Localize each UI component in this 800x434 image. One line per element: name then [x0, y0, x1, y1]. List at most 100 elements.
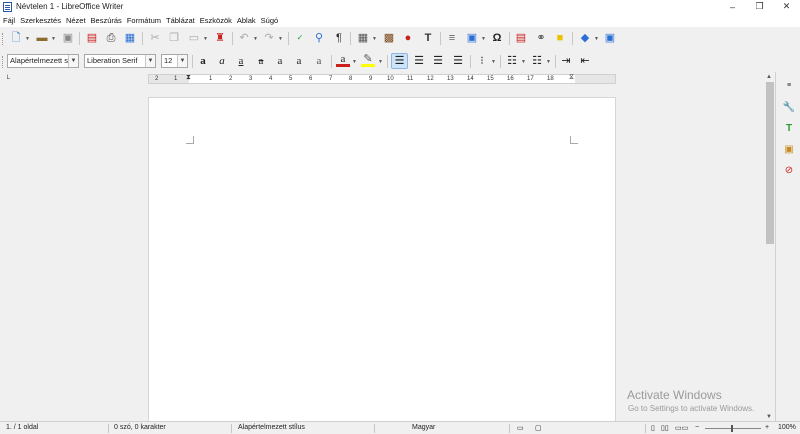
italic-icon[interactable]: a — [215, 54, 229, 68]
vertical-scrollbar[interactable]: ▲ ▼ — [765, 72, 775, 421]
indent-marker-icon[interactable]: ⧗ — [186, 74, 191, 82]
chevron-down-icon[interactable]: ▼ — [372, 36, 377, 42]
font-color-icon[interactable]: a — [336, 53, 350, 67]
minimize-button[interactable]: – — [719, 0, 746, 13]
page-count[interactable]: 1. / 1 oldal — [6, 424, 38, 431]
chevron-down-icon[interactable]: ▼ — [51, 36, 56, 42]
shadow-icon[interactable]: a — [312, 54, 326, 68]
increase-indent-icon[interactable]: ⇥ — [559, 54, 573, 68]
menu-view[interactable]: Nézet — [66, 16, 86, 25]
chevron-down-icon[interactable]: ▼ — [481, 36, 486, 42]
zoom-slider-thumb[interactable] — [731, 425, 733, 432]
print-icon[interactable]: ⎙ — [104, 31, 118, 45]
scroll-down-icon[interactable]: ▼ — [766, 414, 772, 420]
save-icon[interactable]: ▣ — [61, 31, 75, 45]
chevron-down-icon[interactable]: ▼ — [68, 55, 78, 67]
align-center-icon[interactable]: ☰ — [412, 54, 426, 68]
undo-icon[interactable]: ↶ — [237, 31, 251, 45]
menu-file[interactable]: Fájl — [3, 16, 15, 25]
decrease-indent-icon[interactable]: ⇤ — [578, 54, 592, 68]
chevron-down-icon[interactable]: ▼ — [594, 36, 599, 42]
menu-edit[interactable]: Szerkesztés — [20, 16, 61, 25]
insert-textbox-icon[interactable]: T — [421, 31, 435, 45]
styles-icon[interactable]: T — [782, 121, 796, 135]
sidebar-menu-icon[interactable]: ≡ — [782, 78, 796, 92]
align-right-icon[interactable]: ☰ — [431, 54, 445, 68]
redo-icon[interactable]: ↷ — [262, 31, 276, 45]
selection-mode-icon[interactable]: ▭ — [517, 424, 524, 432]
numbering-icon[interactable]: ☷ — [530, 54, 544, 68]
insert-image-icon[interactable]: ▩ — [382, 31, 396, 45]
zoom-out-button[interactable]: − — [695, 424, 699, 431]
document-page[interactable] — [148, 97, 616, 421]
multi-page-view-icon[interactable]: ▯▯ — [661, 424, 669, 432]
subscript-icon[interactable]: a — [292, 54, 306, 68]
chevron-down-icon[interactable]: ▼ — [378, 59, 383, 65]
horizontal-ruler[interactable]: 2 1 ⧗ 1 2 3 4 5 6 7 8 9 10 11 12 13 14 1… — [148, 74, 616, 84]
menu-tools[interactable]: Eszközök — [200, 16, 232, 25]
language[interactable]: Magyar — [412, 424, 435, 431]
print-preview-icon[interactable]: ▦ — [123, 31, 137, 45]
bold-icon[interactable]: a — [196, 54, 210, 68]
single-page-view-icon[interactable]: ▯ — [651, 424, 655, 432]
font-name-combo[interactable]: Liberation Serif ▼ — [84, 54, 156, 68]
paragraph-style-combo[interactable]: Alapértelmezett stíl ▼ — [7, 54, 79, 68]
chevron-down-icon[interactable]: ▼ — [491, 59, 496, 65]
zoom-in-button[interactable]: + — [765, 424, 769, 431]
insert-chart-icon[interactable]: ● — [401, 31, 415, 45]
strikethrough-icon[interactable]: a — [254, 54, 268, 68]
insert-table-icon[interactable]: ▦ — [356, 31, 370, 45]
insert-field-icon[interactable]: ▣ — [465, 31, 479, 45]
insert-page-break-icon[interactable]: ≡ — [445, 31, 459, 45]
toolbar-grip[interactable] — [2, 56, 4, 68]
formatting-marks-icon[interactable]: ¶ — [332, 31, 346, 45]
word-count[interactable]: 0 szó, 0 karakter — [114, 424, 166, 431]
highlight-icon[interactable]: ✎ — [361, 53, 375, 67]
menu-table[interactable]: Táblázat — [166, 16, 195, 25]
gallery-icon[interactable]: ▣ — [782, 142, 796, 156]
insert-comment-icon[interactable]: ■ — [553, 31, 567, 45]
tab-type-icon[interactable]: └ — [5, 76, 10, 83]
basic-shapes-icon[interactable]: ◆ — [578, 31, 592, 45]
clone-formatting-icon[interactable]: ♜ — [213, 31, 227, 45]
insert-hyperlink-icon[interactable]: ▤ — [514, 31, 528, 45]
menu-window[interactable]: Ablak — [237, 16, 256, 25]
align-left-icon[interactable]: ☰ — [391, 53, 408, 69]
toolbar-grip[interactable] — [2, 33, 4, 45]
menu-format[interactable]: Formátum — [127, 16, 161, 25]
document-modified-icon[interactable]: ▢ — [535, 424, 542, 432]
chevron-down-icon[interactable]: ▼ — [253, 36, 258, 42]
find-replace-icon[interactable]: ⚲ — [312, 31, 326, 45]
menu-insert[interactable]: Beszúrás — [91, 16, 122, 25]
scroll-thumb[interactable] — [766, 82, 774, 244]
paste-icon[interactable]: ▭ — [187, 31, 201, 45]
chevron-down-icon[interactable]: ▼ — [145, 55, 155, 67]
chevron-down-icon[interactable]: ▼ — [203, 36, 208, 42]
zoom-slider[interactable] — [705, 428, 761, 429]
export-pdf-icon[interactable]: ▤ — [85, 31, 99, 45]
chevron-down-icon[interactable]: ▼ — [278, 36, 283, 42]
maximize-button[interactable]: ❐ — [746, 0, 773, 13]
justify-icon[interactable]: ☰ — [451, 54, 465, 68]
chevron-down-icon[interactable]: ▼ — [352, 59, 357, 65]
zoom-level[interactable]: 100% — [778, 424, 796, 431]
bullets-icon[interactable]: ☷ — [505, 54, 519, 68]
new-document-icon[interactable]: 🗋 — [9, 31, 23, 45]
open-icon[interactable]: ▬ — [35, 31, 49, 45]
scroll-up-icon[interactable]: ▲ — [766, 74, 772, 80]
chevron-down-icon[interactable]: ▼ — [25, 36, 30, 42]
page-style[interactable]: Alapértelmezett stílus — [238, 424, 305, 431]
chevron-down-icon[interactable]: ▼ — [546, 59, 551, 65]
insert-footnote-icon[interactable]: ⚭ — [534, 31, 548, 45]
navigator-icon[interactable]: ⊘ — [782, 163, 796, 177]
draw-functions-icon[interactable]: ▣ — [603, 31, 617, 45]
menu-help[interactable]: Súgó — [261, 16, 279, 25]
copy-icon[interactable]: ❐ — [167, 31, 181, 45]
properties-icon[interactable]: 🔧 — [782, 100, 796, 114]
line-spacing-icon[interactable]: ⁝ — [475, 54, 489, 68]
font-size-combo[interactable]: 12 ▼ — [161, 54, 188, 68]
superscript-icon[interactable]: a — [273, 54, 287, 68]
chevron-down-icon[interactable]: ▼ — [521, 59, 526, 65]
close-button[interactable]: ✕ — [773, 0, 800, 13]
underline-icon[interactable]: a — [234, 54, 248, 68]
